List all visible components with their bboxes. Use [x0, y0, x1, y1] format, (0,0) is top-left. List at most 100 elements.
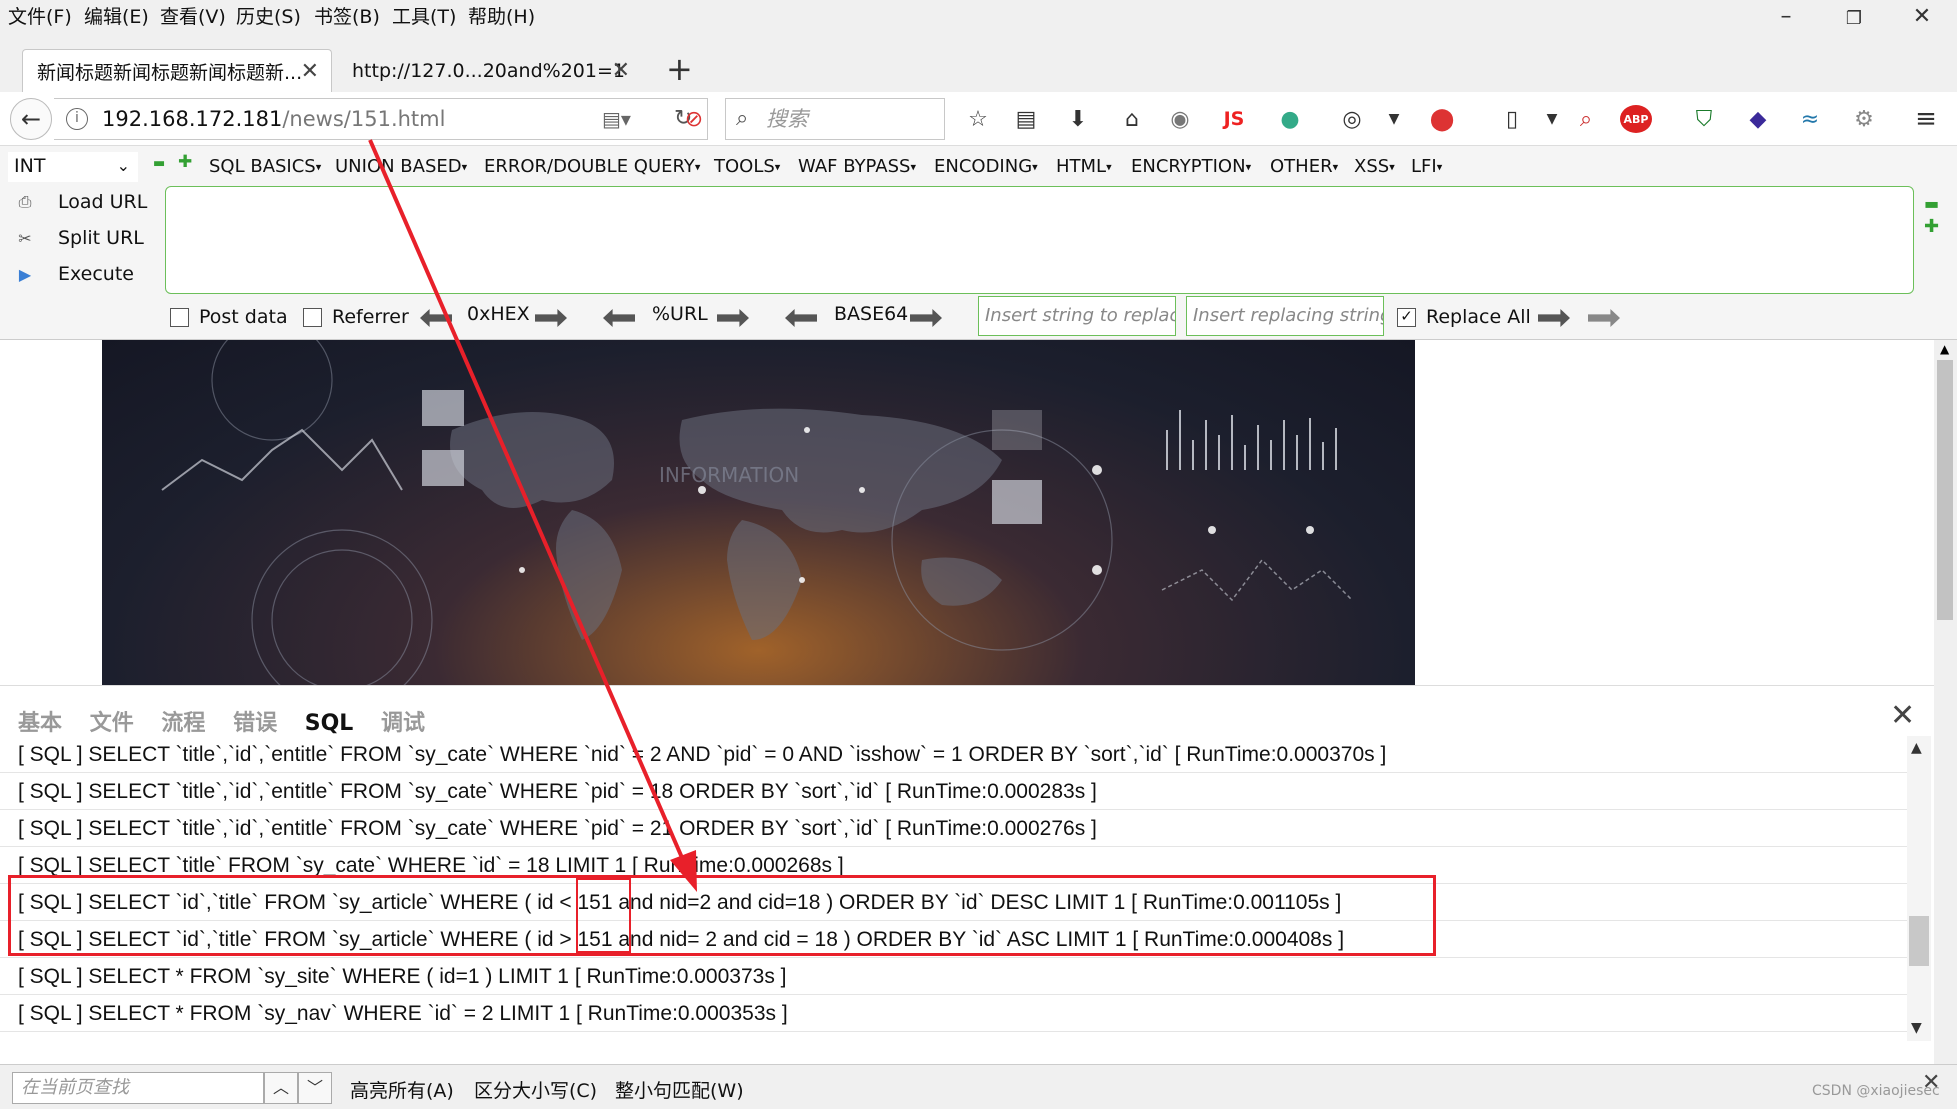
- split-url-button[interactable]: ✂ Split URL: [12, 225, 144, 251]
- chevron-down-icon[interactable]: ▼: [1538, 105, 1566, 133]
- debug-scroll-thumb[interactable]: [1909, 916, 1929, 966]
- gear-icon[interactable]: ⚙: [1850, 105, 1878, 133]
- zoom-icon[interactable]: ⌕: [1572, 105, 1600, 133]
- hackbar-url-textarea[interactable]: [165, 186, 1914, 294]
- plus-icon[interactable]: ✚: [178, 152, 192, 172]
- referrer-checkbox[interactable]: Referrer: [303, 306, 409, 328]
- menu-history[interactable]: 历史(S): [236, 2, 301, 29]
- menu-lfi[interactable]: LFI▾: [1411, 156, 1442, 177]
- find-next-button[interactable]: ﹀: [298, 1072, 332, 1104]
- home-icon[interactable]: ⌂: [1118, 105, 1146, 133]
- info-icon[interactable]: i: [66, 108, 88, 130]
- menu-help[interactable]: 帮助(H): [468, 2, 535, 29]
- menu-html[interactable]: HTML▾: [1056, 156, 1112, 177]
- close-icon[interactable]: ✕: [301, 59, 319, 84]
- back-button[interactable]: ←: [10, 98, 52, 140]
- debug-tab-error[interactable]: 错误: [233, 711, 277, 736]
- replace-all-checkbox[interactable]: ✓ Replace All: [1397, 306, 1531, 328]
- minus-icon[interactable]: ▬: [1924, 194, 1939, 213]
- page-list-icon[interactable]: ▤▾: [602, 99, 631, 139]
- chevron-up-icon[interactable]: ▲: [1940, 342, 1949, 356]
- url-bar[interactable]: i 192.168.172.181/news/151.html ▤▾ ↻: [54, 98, 708, 140]
- download-icon[interactable]: ⬇: [1064, 105, 1092, 133]
- noscript-icon[interactable]: ⊘: [680, 105, 708, 133]
- debug-tab-sql[interactable]: SQL: [305, 711, 354, 736]
- tab-title: 新闻标题新闻标题新闻标题新...: [37, 61, 303, 84]
- close-window-icon[interactable]: ✕: [1902, 4, 1942, 29]
- whole-word-option[interactable]: 整小句匹配(W): [615, 1076, 744, 1103]
- highlight-box-id-value: [576, 878, 631, 953]
- minus-icon[interactable]: ▬: [153, 156, 165, 171]
- replace-arrow-icon[interactable]: [1588, 309, 1620, 327]
- menu-encoding[interactable]: ENCODING▾: [934, 156, 1038, 177]
- new-tab-icon[interactable]: +: [666, 50, 693, 88]
- load-url-button[interactable]: ⎙ Load URL: [12, 189, 148, 215]
- chevron-up-icon[interactable]: ▲: [1911, 740, 1922, 756]
- chevron-down-icon[interactable]: ▼: [1911, 1020, 1922, 1036]
- replacing-string-input[interactable]: Insert replacing string: [1186, 296, 1384, 336]
- menu-other[interactable]: OTHER▾: [1270, 156, 1338, 177]
- close-icon[interactable]: ✕: [1890, 698, 1915, 733]
- url-decode-arrow-icon[interactable]: [603, 309, 635, 327]
- page-scroll-thumb[interactable]: [1937, 360, 1953, 620]
- replace-string-input[interactable]: Insert string to replace: [978, 296, 1176, 336]
- url-path: /news/151.html: [282, 107, 446, 131]
- wave-icon[interactable]: ≈: [1796, 105, 1824, 133]
- url-encode-arrow-icon[interactable]: [717, 309, 749, 327]
- menu-file[interactable]: 文件(F): [8, 2, 72, 29]
- plus-icon[interactable]: ✚: [1924, 216, 1939, 237]
- match-case-option[interactable]: 区分大小写(C): [474, 1076, 597, 1103]
- debug-tab-debug[interactable]: 调试: [381, 711, 425, 736]
- base64-encode-arrow-icon[interactable]: [910, 309, 942, 327]
- debug-tab-flow[interactable]: 流程: [161, 711, 205, 736]
- close-icon[interactable]: ✕: [612, 58, 630, 83]
- checkmark-icon: ✓: [1397, 307, 1416, 327]
- menu-encryption[interactable]: ENCRYPTION▾: [1131, 156, 1251, 177]
- hex-decode-arrow-icon[interactable]: [420, 309, 452, 327]
- menu-tools[interactable]: TOOLS▾: [714, 156, 780, 177]
- base64-decode-arrow-icon[interactable]: [785, 309, 817, 327]
- shield-icon[interactable]: ⛉: [1690, 105, 1718, 133]
- tab-localhost[interactable]: http://127.0...20and%201=1 ✕: [338, 49, 642, 92]
- js-icon[interactable]: JS: [1220, 105, 1248, 133]
- earth-icon[interactable]: ●: [1276, 105, 1304, 133]
- menu-view[interactable]: 查看(V): [160, 2, 226, 29]
- close-icon[interactable]: ✕: [1922, 1070, 1940, 1095]
- tab-news[interactable]: 新闻标题新闻标题新闻标题新... ✕: [22, 49, 332, 92]
- chevron-down-icon[interactable]: ▼: [1380, 105, 1408, 133]
- menu-bookmarks[interactable]: 书签(B): [314, 2, 380, 29]
- menu-error-double-query[interactable]: ERROR/DOUBLE QUERY▾: [484, 156, 700, 177]
- hex-encode-arrow-icon[interactable]: [535, 309, 567, 327]
- hero-banner-image: INFORMATION: [102, 340, 1415, 685]
- debug-tab-file[interactable]: 文件: [90, 711, 134, 736]
- diamond-icon[interactable]: ◆: [1744, 105, 1772, 133]
- menu-tools[interactable]: 工具(T): [392, 2, 456, 29]
- bookmark-star-icon[interactable]: ☆: [964, 105, 992, 133]
- debug-scrollbar[interactable]: ▲ ▼: [1907, 736, 1931, 1041]
- find-previous-button[interactable]: ︿: [264, 1072, 298, 1104]
- type-select[interactable]: INT ⌄: [8, 152, 138, 182]
- menu-sql-basics[interactable]: SQL BASICS▾: [209, 156, 321, 177]
- palette-icon[interactable]: ◎: [1338, 105, 1366, 133]
- find-input[interactable]: 在当前页查找: [12, 1072, 264, 1104]
- menu-xss[interactable]: XSS▾: [1354, 156, 1395, 177]
- hackbar-icon[interactable]: ⬤: [1428, 105, 1456, 133]
- post-data-checkbox[interactable]: Post data: [170, 306, 288, 328]
- highlight-all-option[interactable]: 高亮所有(A): [350, 1076, 454, 1103]
- search-input[interactable]: ⌕ 搜索: [725, 98, 945, 140]
- sql-log-row: [ SQL ] SELECT * FROM `sy_site` WHERE ( …: [0, 958, 1907, 995]
- restore-icon[interactable]: ❐: [1834, 8, 1874, 29]
- menu-waf-bypass[interactable]: WAF BYPASS▾: [798, 156, 916, 177]
- replace-arrow-icon[interactable]: [1538, 309, 1570, 327]
- page-scrollbar[interactable]: ▲: [1934, 340, 1957, 1064]
- devices-icon[interactable]: ▯: [1498, 105, 1526, 133]
- minimize-icon[interactable]: –: [1766, 4, 1806, 29]
- menu-edit[interactable]: 编辑(E): [84, 2, 149, 29]
- globe-icon[interactable]: ◉: [1166, 105, 1194, 133]
- debug-tab-basic[interactable]: 基本: [18, 711, 62, 736]
- reading-list-icon[interactable]: ▤: [1012, 105, 1040, 133]
- hamburger-menu-icon[interactable]: ≡: [1912, 104, 1940, 134]
- adblock-icon[interactable]: ABP: [1620, 105, 1652, 133]
- execute-button[interactable]: ▶ Execute: [12, 261, 134, 287]
- menu-union-based[interactable]: UNION BASED▾: [335, 156, 467, 177]
